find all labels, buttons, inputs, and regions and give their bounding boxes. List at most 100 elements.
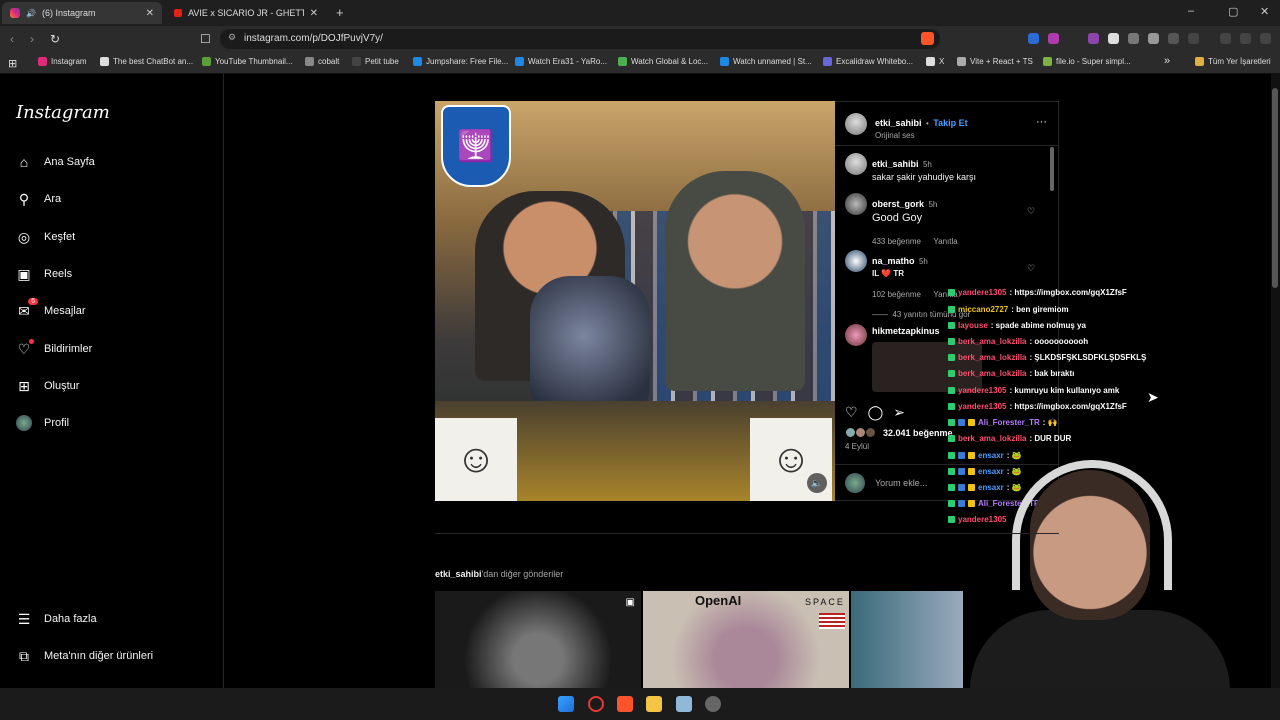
extension-icon[interactable] xyxy=(1048,33,1059,44)
bookmark-item[interactable]: Watch Era31 - YaRo... xyxy=(515,57,607,66)
bookmarks-bar: ⊞ Instagram The best ChatBot an... YouTu… xyxy=(0,52,1280,74)
sidebar-item-profile[interactable]: Profil xyxy=(16,415,69,431)
minimize-button[interactable]: – xyxy=(1188,5,1194,17)
tab-youtube[interactable]: AVIE x SICARIO JR - GHETTODRAMA ✕ xyxy=(166,2,326,24)
extension-icon[interactable] xyxy=(1108,33,1119,44)
bookmark-icon[interactable]: ☐ xyxy=(200,32,211,46)
sidebar-item-label: Daha fazla xyxy=(44,613,97,625)
page-scrollbar[interactable] xyxy=(1271,74,1280,688)
bookmark-item[interactable]: Watch unnamed | St... xyxy=(720,57,812,66)
chat-message: yandere1305: https://imgbox.com/gqX1ZfsF xyxy=(948,288,1127,297)
maximize-button[interactable]: ▢ xyxy=(1228,5,1238,18)
sidebar-item-more[interactable]: ☰ Daha fazla xyxy=(16,611,97,627)
bookmark-item[interactable]: Vite + React + TS xyxy=(957,57,1033,66)
more-post-thumbnail[interactable]: ▣ xyxy=(435,591,641,688)
post-video[interactable]: 🕎 ☺ ☺ 🔈 xyxy=(435,101,835,501)
forward-icon[interactable]: › xyxy=(30,32,34,46)
bookmark-item[interactable]: file.io - Super simpl... xyxy=(1043,57,1131,66)
more-options-icon[interactable]: ··· xyxy=(1036,116,1047,128)
badge-icon xyxy=(948,322,955,329)
scroll-thumb[interactable] xyxy=(1050,147,1054,191)
site-info-icon[interactable]: ⚙ xyxy=(228,32,236,43)
author-avatar[interactable] xyxy=(845,113,867,135)
sidebar-item-messages[interactable]: ✉ 6 Mesajlar xyxy=(16,298,86,319)
bookmark-item[interactable]: X xyxy=(926,57,944,66)
puzzle-icon[interactable] xyxy=(1168,33,1179,44)
apps-icon[interactable]: ⊞ xyxy=(8,57,17,70)
follow-button[interactable]: Takip Et xyxy=(933,118,967,128)
extension-icon[interactable] xyxy=(1148,33,1159,44)
sidebar-item-home[interactable]: ⌂ Ana Sayfa xyxy=(16,154,95,170)
like-heart-icon[interactable]: ♡ xyxy=(845,404,858,421)
all-bookmarks-folder[interactable]: Tüm Yer İşaretleri xyxy=(1195,57,1271,66)
sidebar-item-label: Bildirimler xyxy=(44,343,93,355)
instagram-logo[interactable]: Instagram xyxy=(16,102,110,123)
sidebar-item-explore[interactable]: ◎ Keşfet xyxy=(16,229,75,245)
bookmark-item[interactable]: Jumpshare: Free File... xyxy=(413,57,508,66)
sidebar-item-notifications[interactable]: ♡ Bildirimler xyxy=(16,339,93,357)
obs-icon[interactable] xyxy=(705,696,721,712)
bookmark-item[interactable]: YouTube Thumbnail... xyxy=(202,57,293,66)
more-post-thumbnail[interactable]: OpenAI SPACE xyxy=(643,591,849,688)
more-posts-username[interactable]: etki_sahibi xyxy=(435,569,482,579)
reload-icon[interactable]: ↻ xyxy=(50,32,60,46)
sidebar-item-create[interactable]: ⊞ Oluştur xyxy=(16,378,79,394)
favicon-icon xyxy=(38,57,47,66)
mute-icon[interactable]: 🔈 xyxy=(807,473,827,493)
comment-like-heart-icon[interactable]: ♡ xyxy=(1027,206,1035,217)
page-scroll-thumb[interactable] xyxy=(1272,88,1278,288)
commenter-avatar[interactable] xyxy=(845,193,867,215)
commenter-avatar[interactable] xyxy=(845,153,867,175)
taskbar xyxy=(0,688,1280,720)
music-icon[interactable] xyxy=(1220,33,1231,44)
bookmark-item[interactable]: Instagram xyxy=(38,57,87,66)
extension-icon[interactable] xyxy=(1088,33,1099,44)
reply-button[interactable]: Yanıtla xyxy=(933,237,957,246)
bookmark-item[interactable]: Petit tube xyxy=(352,57,399,66)
extension-icon[interactable] xyxy=(1028,33,1039,44)
tab-instagram[interactable]: 🔊 (6) Instagram ✕ xyxy=(2,2,162,24)
menu-icon[interactable] xyxy=(1260,33,1271,44)
bookmarks-overflow-icon[interactable]: » xyxy=(1164,55,1170,67)
file-explorer-icon[interactable] xyxy=(646,696,662,712)
caption-username[interactable]: etki_sahibi xyxy=(872,159,919,169)
close-tab-icon[interactable]: ✕ xyxy=(310,8,318,19)
more-post-thumbnail[interactable] xyxy=(851,591,963,688)
url-field[interactable]: ⚙ instagram.com/p/DOJfPuvjV7y/ xyxy=(220,29,940,49)
bookmark-item[interactable]: cobalt xyxy=(305,57,339,66)
extension-icon[interactable] xyxy=(1128,33,1139,44)
new-tab-button[interactable]: + xyxy=(336,5,344,20)
own-avatar xyxy=(845,473,865,493)
speaker-icon[interactable]: 🔊 xyxy=(26,9,36,18)
comment-likes[interactable]: 433 beğenme xyxy=(872,237,921,246)
close-tab-icon[interactable]: ✕ xyxy=(146,8,154,19)
comment-bubble-icon[interactable]: ◯ xyxy=(868,404,884,421)
comment-input[interactable]: Yorum ekle... xyxy=(875,478,927,488)
bookmark-item[interactable]: Excalidraw Whitebo... xyxy=(823,57,913,66)
sidebar-icon[interactable] xyxy=(1188,33,1199,44)
opera-icon[interactable] xyxy=(588,696,604,712)
brave-browser-icon[interactable] xyxy=(617,696,633,712)
author-username[interactable]: etki_sahibi xyxy=(875,118,922,128)
wallet-icon[interactable] xyxy=(1240,33,1251,44)
commenter-avatar[interactable] xyxy=(845,324,867,346)
brave-shield-icon[interactable] xyxy=(921,32,934,45)
sidebar-item-reels[interactable]: ▣ Reels xyxy=(16,266,72,282)
share-send-icon[interactable]: ➢ xyxy=(893,404,905,421)
address-bar-row: ‹ › ↻ ☐ ⚙ instagram.com/p/DOJfPuvjV7y/ xyxy=(0,26,1280,52)
comment-likes[interactable]: 102 beğenme xyxy=(872,290,921,299)
bookmark-item[interactable]: The best ChatBot an... xyxy=(100,57,193,66)
menorah-emblem-icon: 🕎 xyxy=(441,105,511,187)
likes-row[interactable]: 32.041 beğenme xyxy=(845,427,953,438)
bookmark-item[interactable]: Watch Global & Loc... xyxy=(618,57,708,66)
back-icon[interactable]: ‹ xyxy=(10,32,14,46)
commenter-username[interactable]: hikmetzapkinus xyxy=(872,326,940,336)
close-window-button[interactable]: ✕ xyxy=(1260,5,1269,18)
sidebar-item-meta[interactable]: ⧉ Meta'nın diğer ürünleri xyxy=(16,648,153,664)
windows-start-icon[interactable] xyxy=(558,696,574,712)
badge-icon xyxy=(948,468,955,475)
sidebar-item-search[interactable]: ⚲ Ara xyxy=(16,191,61,207)
photos-icon[interactable] xyxy=(676,696,692,712)
commenter-avatar[interactable] xyxy=(845,250,867,272)
audio-label[interactable]: Orijinal ses xyxy=(875,131,968,140)
